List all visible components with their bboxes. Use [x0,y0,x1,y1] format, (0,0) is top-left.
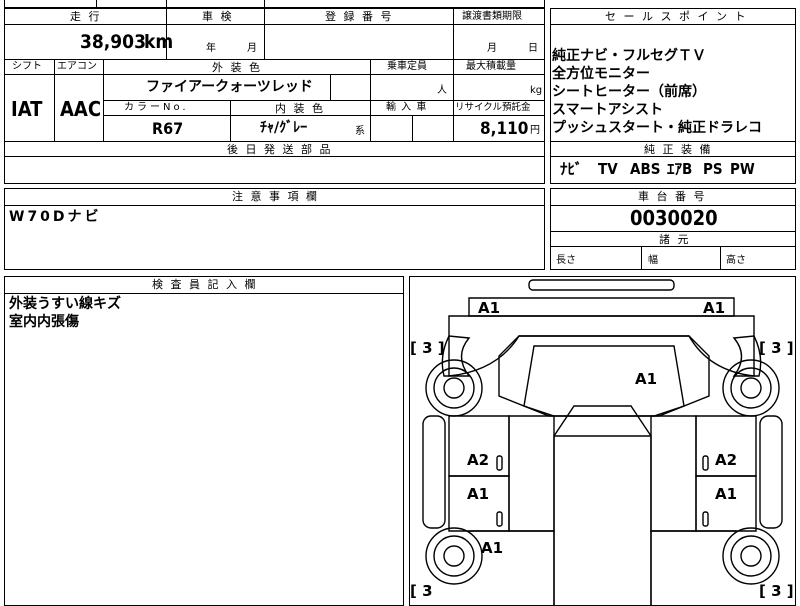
equipment-pw: PW [730,160,755,178]
mark-door-right-2: A1 [715,485,738,503]
bracket-bottom-left: [ 3 [410,582,433,600]
ac-value: AAC [60,97,102,121]
mileage-value: 38,903 [80,31,146,53]
inspection-year: 年 [206,43,216,54]
bracket-top-right: [ 3 ] [759,339,794,357]
exterior-header: 外 装 色 [212,61,262,74]
color-no-header: カラーNo. [124,102,189,113]
equipment-airbag: ｴｱB [667,160,693,178]
capacity-unit: 人 [437,85,447,96]
chassis-number-header: 車 台 番 号 [638,190,707,203]
notes-header: 注 意 事 項 欄 [232,190,319,203]
interior-header: 内 装 色 [275,102,325,115]
transfer-day: 日 [528,43,538,54]
equipment-abs: ABS [630,160,661,178]
height-label: 高さ [726,255,746,266]
color-no-value: R67 [152,119,184,138]
chassis-number-value: 0030020 [630,206,718,230]
max-load-unit: kg [530,85,543,96]
max-load-header: 最大積載量 [466,61,516,72]
interior-suffix: 系 [355,126,365,137]
top-stub-row [4,0,545,8]
inspector-header: 検 査 員 記 入 欄 [152,278,258,291]
sales-point-3: シートヒーター（前席） [552,84,706,100]
transfer-header: 譲渡書類期限 [462,11,522,22]
registration-header: 登 録 番 号 [325,10,394,23]
equipment-header: 純 正 装 備 [644,143,713,156]
transfer-month: 月 [487,43,497,54]
mark-door-right-1: A2 [715,451,738,469]
mark-front-right: A1 [703,299,726,317]
inspection-month: 月 [247,43,257,54]
inspection-header: 車 検 [202,10,234,23]
notes-value: W70Dナビ [9,209,102,225]
car-diagram [422,279,783,606]
sales-point-4: スマートアシスト [552,102,664,118]
sales-point-1: 純正ナビ・フルセグＴＶ [552,48,706,64]
mark-door-left-1: A2 [467,451,490,469]
mark-door-left-2: A1 [467,485,490,503]
length-label: 長さ [556,255,576,266]
later-parts-header: 後 日 発 送 部 品 [227,143,333,156]
inspector-note-2: 室内内張傷 [9,314,79,330]
ac-header: エアコン [57,61,97,72]
recycle-header: リサイクル預託金 [455,102,531,113]
recycle-value: 8,110 [480,119,529,139]
import-header: 輸 入 車 [386,102,428,113]
mileage-header: 走 行 [70,10,102,23]
sales-points-header: セ ー ル ス ポ イ ン ト [605,10,748,23]
shift-value: IAT [11,97,43,121]
bracket-top-left: [ 3 ] [410,339,445,357]
bracket-bottom-right: [ 3 ] [759,582,794,600]
mileage-unit: km [144,31,174,53]
recycle-unit: 円 [530,125,540,136]
dims-header: 諸 元 [659,233,691,246]
width-label: 幅 [648,255,658,266]
equipment-navi: ﾅﾋﾞ [560,160,583,178]
equipment-ps: PS [703,160,723,178]
equipment-tv: TV [598,160,618,178]
mark-front-left: A1 [478,299,501,317]
mark-rear-left: A1 [481,539,504,557]
sales-point-5: プッシュスタート・純正ドラレコ [552,120,762,136]
shift-header: シフト [12,61,42,72]
capacity-header: 乗車定員 [387,61,427,72]
interior-value: ﾁｬ/ｸﾞﾚｰ [260,120,308,136]
inspector-note-1: 外装うすい線キズ [9,296,121,312]
sales-point-2: 全方位モニター [552,66,650,82]
mark-roof: A1 [635,370,658,388]
exterior-value: ファイアークォーツレッド [146,79,313,95]
